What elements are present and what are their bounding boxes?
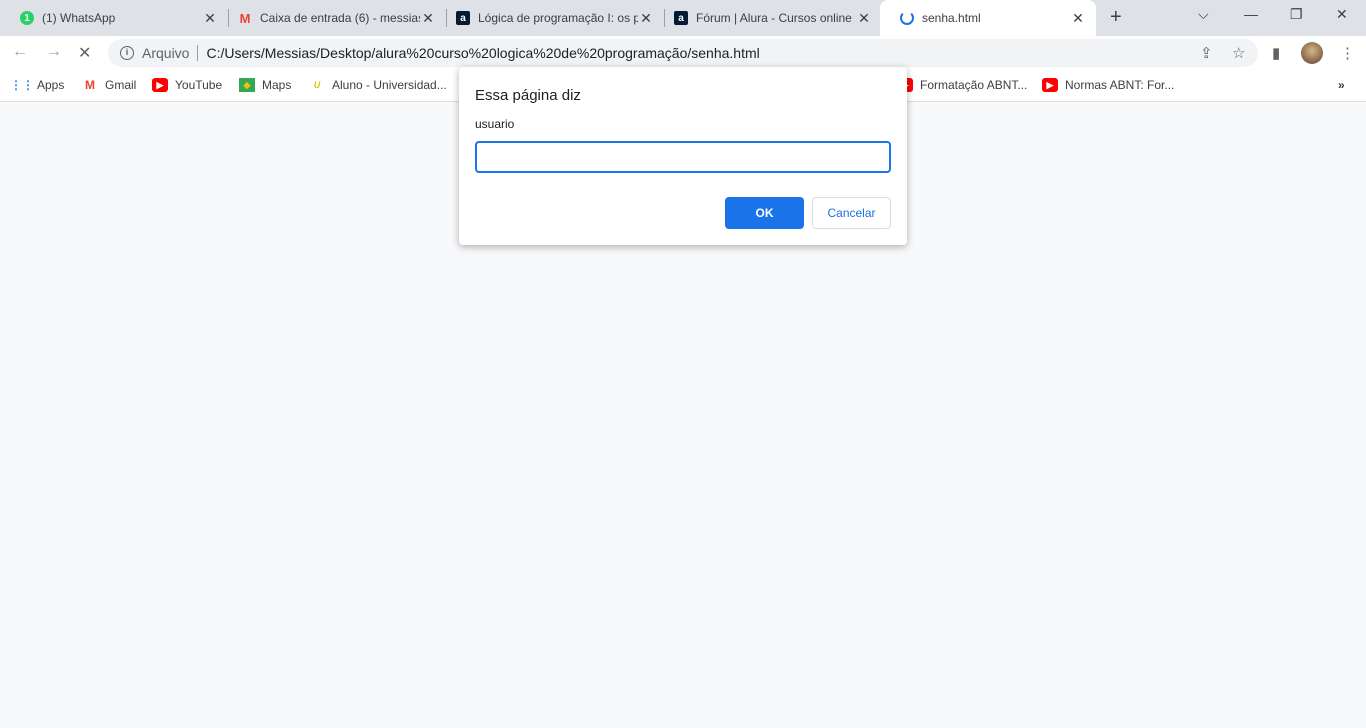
restore-button[interactable]: ❐: [1290, 6, 1303, 23]
prompt-dialog: Essa página diz usuario OK Cancelar: [459, 67, 907, 245]
stop-loading-button[interactable]: ✕: [78, 43, 91, 63]
alura-icon: a: [674, 11, 688, 25]
tab-title: Caixa de entrada (6) - messias: [260, 11, 420, 25]
tab-forum[interactable]: a Fórum | Alura - Cursos online ✕: [654, 0, 882, 36]
minimize-button[interactable]: —: [1244, 6, 1258, 22]
new-tab-button[interactable]: +: [1110, 6, 1122, 29]
loading-spinner-icon: [900, 11, 914, 25]
bookmark-label: Aluno - Universidad...: [332, 78, 447, 92]
tab-title: Lógica de programação I: os primeiros: [478, 11, 638, 25]
apps-grid-icon: ⋮⋮: [10, 78, 34, 92]
dialog-message: usuario: [475, 117, 515, 131]
bookmark-label: Formatação ABNT...: [920, 78, 1028, 92]
tab-strip: 1 (1) WhatsApp ✕ M Caixa de entrada (6) …: [0, 0, 1366, 36]
bookmark-gmail[interactable]: M Gmail: [82, 78, 136, 92]
tab-title: senha.html: [922, 11, 981, 25]
prompt-input[interactable]: [475, 141, 891, 173]
tab-logica[interactable]: a Lógica de programação I: os primeiros …: [436, 0, 664, 36]
tab-search-icon[interactable]: ⌵: [1198, 6, 1209, 23]
tab-title: Fórum | Alura - Cursos online: [696, 11, 852, 25]
tab-whatsapp[interactable]: 1 (1) WhatsApp ✕: [0, 0, 228, 36]
close-tab-icon[interactable]: ✕: [202, 10, 218, 27]
gmail-icon: M: [85, 78, 95, 92]
close-tab-icon[interactable]: ✕: [856, 10, 872, 27]
whatsapp-icon: 1: [20, 11, 34, 25]
toolbar: ← → ✕ i Arquivo C:/Users/Messias/Desktop…: [0, 36, 1366, 70]
tab-senha[interactable]: senha.html ✕: [880, 0, 1096, 36]
cancel-button[interactable]: Cancelar: [812, 197, 891, 229]
bookmark-formatacao[interactable]: ▶Formatação ABNT...: [897, 78, 1027, 92]
site-scheme: Arquivo: [142, 45, 190, 61]
dialog-title: Essa página diz: [475, 87, 581, 104]
forward-button[interactable]: →: [46, 43, 62, 61]
bookmark-aluno[interactable]: U Aluno - Universidad...: [309, 78, 447, 92]
side-panel-icon[interactable]: ▮: [1272, 44, 1280, 62]
back-button[interactable]: ←: [12, 43, 28, 61]
gmail-icon: M: [239, 10, 251, 26]
close-tab-icon[interactable]: ✕: [420, 10, 436, 27]
more-bookmarks-icon[interactable]: »: [1338, 78, 1345, 92]
bookmark-label: Normas ABNT: For...: [1065, 78, 1175, 92]
share-icon[interactable]: ⇪: [1200, 44, 1213, 62]
url-text[interactable]: C:/Users/Messias/Desktop/alura%20curso%2…: [206, 45, 759, 61]
bookmark-label: YouTube: [175, 78, 223, 92]
bookmark-label: Maps: [262, 78, 292, 92]
bookmark-normas[interactable]: ▶ Normas ABNT: For...: [1042, 78, 1174, 92]
info-icon[interactable]: i: [120, 46, 134, 60]
bookmark-apps[interactable]: ⋮⋮ Apps: [10, 78, 65, 92]
tab-gmail[interactable]: M Caixa de entrada (6) - messias ✕: [218, 0, 446, 36]
close-tab-icon[interactable]: ✕: [638, 10, 654, 27]
close-window-button[interactable]: ✕: [1336, 6, 1348, 23]
alura-icon: a: [456, 11, 470, 25]
youtube-icon: ▶: [1042, 78, 1058, 92]
youtube-icon: ▶: [152, 78, 168, 92]
bookmark-label: Apps: [37, 78, 65, 92]
bookmark-label: Gmail: [105, 78, 137, 92]
address-bar[interactable]: i Arquivo C:/Users/Messias/Desktop/alura…: [108, 39, 1258, 67]
star-icon[interactable]: ☆: [1232, 44, 1245, 62]
avatar[interactable]: [1301, 42, 1323, 64]
close-tab-icon[interactable]: ✕: [1070, 10, 1086, 27]
university-icon: U: [313, 80, 321, 90]
bookmark-maps[interactable]: ◆ Maps: [239, 78, 291, 92]
ok-button[interactable]: OK: [725, 197, 804, 229]
tab-title: (1) WhatsApp: [42, 11, 116, 25]
bookmark-youtube[interactable]: ▶ YouTube: [152, 78, 222, 92]
menu-icon[interactable]: ⋮: [1340, 44, 1355, 62]
maps-icon: ◆: [239, 78, 255, 92]
